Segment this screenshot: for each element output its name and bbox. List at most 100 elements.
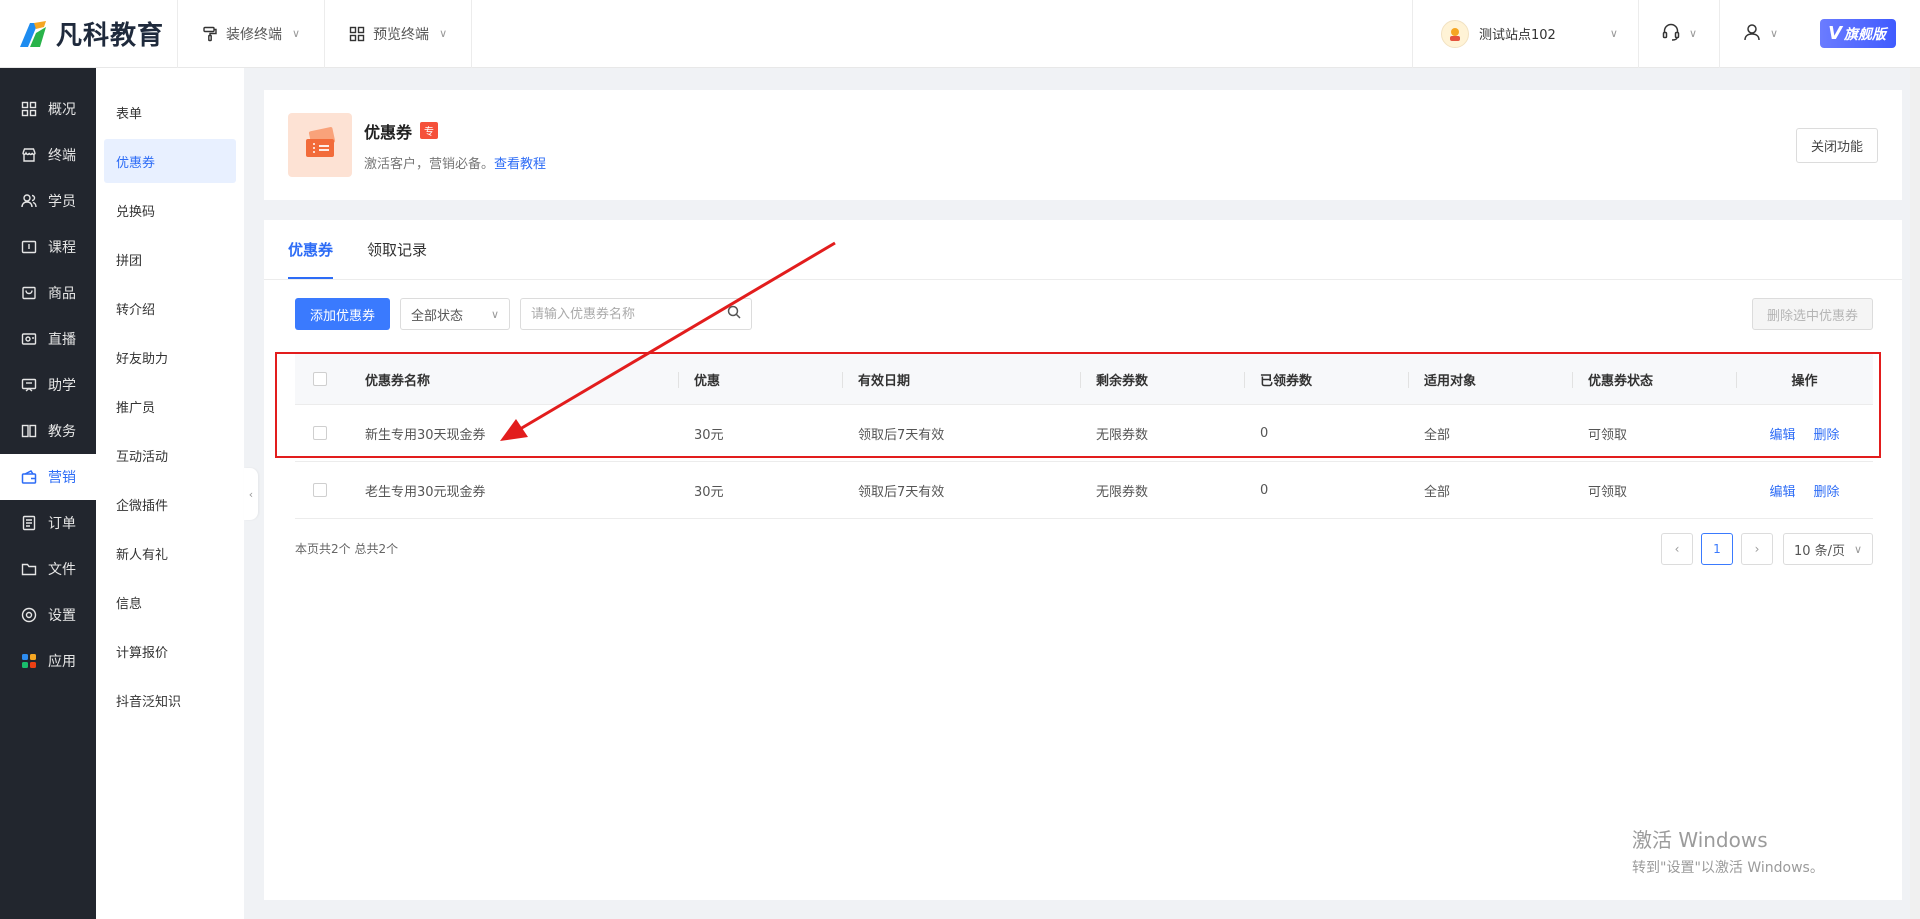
main-sidebar: 概况 终端 学员 课程 商品 直播 助学 教务 营销 订单 文件 设置 应用	[0, 68, 96, 919]
sidebar-item-marketing[interactable]: 营销	[0, 454, 96, 500]
sidebar-item-label: 终端	[48, 148, 76, 164]
close-feature-button[interactable]: 关闭功能	[1795, 127, 1878, 163]
collapse-submenu-button[interactable]: ‹	[244, 468, 258, 520]
tab-claim-records[interactable]: 领取记录	[367, 219, 427, 279]
edit-coupon-link[interactable]: 编辑	[1769, 424, 1795, 443]
submenu-item-referral[interactable]: 转介绍	[104, 286, 236, 330]
submenu-item-newcomer-gift[interactable]: 新人有礼	[104, 531, 236, 575]
feature-header: 优惠券 专 激活客户，营销必备。查看教程 关闭功能	[264, 90, 1902, 200]
tab-coupons[interactable]: 优惠券	[288, 219, 334, 279]
submenu-item-wecom-plugin[interactable]: 企微插件	[104, 482, 236, 526]
sidebar-item-label: 课程	[48, 240, 76, 256]
coupon-validity: 领取后7天有效	[858, 484, 945, 500]
submenu-item-form[interactable]: 表单	[104, 90, 236, 134]
chevron-down-icon: ∨	[1770, 27, 1779, 40]
submenu-item-friend-help[interactable]: 好友助力	[104, 335, 236, 379]
sidebar-item-goods[interactable]: 商品	[0, 270, 96, 316]
sidebar-item-files[interactable]: 文件	[0, 546, 96, 592]
marketing-submenu: 表单 优惠券 兑换码 拼团 转介绍 好友助力 推广员 互动活动 企微插件 新人有…	[96, 68, 244, 919]
page-title: 优惠券	[364, 122, 413, 142]
chevron-down-icon: ∨	[439, 27, 448, 40]
delete-coupon-link[interactable]: 删除	[1814, 424, 1840, 443]
coupon-target: 全部	[1424, 484, 1451, 500]
sidebar-item-courses[interactable]: 课程	[0, 224, 96, 270]
add-coupon-button[interactable]: 添加优惠券	[295, 298, 391, 330]
vip-badge[interactable]: V 旗舰版	[1820, 19, 1896, 48]
next-page-button[interactable]: ›	[1741, 533, 1773, 565]
sidebar-item-apps[interactable]: 应用	[0, 638, 96, 684]
submenu-item-douyin[interactable]: 抖音泛知识	[104, 678, 236, 722]
submenu-item-coupon[interactable]: 优惠券	[104, 139, 236, 183]
sidebar-item-label: 助学	[48, 378, 76, 394]
top-menu-preview[interactable]: 预览终端 ∨	[325, 0, 473, 68]
submenu-item-interactive[interactable]: 互动活动	[104, 433, 236, 477]
apps-icon	[20, 652, 38, 670]
brand-logo[interactable]: 凡科教育	[0, 0, 178, 68]
sidebar-item-label: 学员	[48, 194, 76, 210]
sidebar-item-settings[interactable]: 设置	[0, 592, 96, 638]
sidebar-item-orders[interactable]: 订单	[0, 500, 96, 546]
feature-title: 优惠券 专	[364, 119, 546, 143]
sidebar-item-academic[interactable]: 教务	[0, 408, 96, 454]
settings-icon	[20, 606, 38, 624]
sidebar-item-study-aid[interactable]: 助学	[0, 362, 96, 408]
submenu-item-quote[interactable]: 计算报价	[104, 629, 236, 673]
status-filter-select[interactable]: 全部状态 ∨	[400, 298, 511, 330]
page-number-button[interactable]: 1	[1701, 533, 1733, 565]
prev-page-button[interactable]: ‹	[1661, 533, 1693, 565]
grid-icon	[349, 26, 365, 42]
chevron-down-icon: ∨	[292, 27, 301, 40]
column-header-validity: 有效日期	[842, 354, 1080, 404]
sidebar-item-label: 营销	[48, 470, 76, 486]
top-menu-label: 装修终端	[226, 26, 282, 43]
edit-coupon-link[interactable]: 编辑	[1769, 481, 1795, 500]
select-all-checkbox[interactable]	[313, 372, 327, 386]
coupon-taken: 0	[1260, 482, 1269, 498]
sidebar-item-label: 订单	[48, 516, 76, 532]
submenu-item-info[interactable]: 信息	[104, 580, 236, 624]
column-header-name: 优惠券名称	[365, 373, 431, 389]
page-size-select[interactable]: 10 条/页 ∨	[1783, 533, 1873, 565]
page-scrollbar[interactable]	[1910, 68, 1920, 919]
account-button[interactable]: ∨	[1719, 0, 1800, 68]
vip-label: 旗舰版	[1844, 26, 1886, 43]
coupon-name: 新生专用30天现金券	[365, 427, 486, 443]
headset-icon	[1661, 22, 1681, 46]
sidebar-item-overview[interactable]: 概况	[0, 86, 96, 132]
tutorial-link[interactable]: 查看教程	[494, 157, 546, 172]
toolbar: 添加优惠券 全部状态 ∨ 删除选中优惠券	[295, 298, 1873, 330]
submenu-item-group-buy[interactable]: 拼团	[104, 237, 236, 281]
sidebar-item-students[interactable]: 学员	[0, 178, 96, 224]
coupon-remaining: 无限券数	[1096, 427, 1149, 443]
delete-coupon-link[interactable]: 删除	[1814, 481, 1840, 500]
table-header-row: 优惠券名称 优惠 有效日期 剩余券数 已领券数 适用对象 优惠券状态 操作	[295, 354, 1873, 405]
folder-icon	[20, 560, 38, 578]
sidebar-item-live[interactable]: 直播	[0, 316, 96, 362]
search-input[interactable]	[531, 306, 728, 322]
feature-desc-text: 激活客户，营销必备。	[364, 156, 495, 172]
coupon-taken: 0	[1260, 425, 1269, 441]
row-checkbox[interactable]	[313, 426, 327, 440]
coupon-panel: 优惠券 领取记录 添加优惠券 全部状态 ∨ 删除选中优惠券 优惠券名称 优惠 有…	[264, 220, 1902, 900]
row-checkbox[interactable]	[313, 483, 327, 497]
sidebar-item-label: 概况	[48, 102, 76, 118]
sidebar-item-terminal[interactable]: 终端	[0, 132, 96, 178]
support-button[interactable]: ∨	[1637, 0, 1719, 68]
pagination-summary: 本页共2个 总共2个	[295, 542, 399, 556]
submenu-item-promoter[interactable]: 推广员	[104, 384, 236, 428]
bag-icon	[20, 284, 38, 302]
delete-selected-button[interactable]: 删除选中优惠券	[1751, 298, 1873, 330]
sidebar-item-label: 教务	[48, 424, 76, 440]
column-header-remaining: 剩余券数	[1080, 354, 1244, 404]
brand-name: 凡科教育	[56, 21, 165, 51]
feature-description: 激活客户，营销必备。查看教程	[364, 153, 546, 172]
search-icon[interactable]	[727, 305, 741, 323]
submenu-item-redeem-code[interactable]: 兑换码	[104, 188, 236, 232]
row-actions: 编辑 删除	[1736, 462, 1873, 518]
top-bar: 凡科教育 装修终端 ∨ 预览终端 ∨ 测试站点102 ∨ ∨ ∨ V 旗舰版	[0, 0, 1920, 68]
top-menu-decorate[interactable]: 装修终端 ∨	[178, 0, 326, 68]
page-size-value: 10 条/页	[1794, 543, 1846, 559]
coupon-remaining: 无限券数	[1096, 484, 1149, 500]
site-selector[interactable]: 测试站点102 ∨	[1411, 0, 1638, 68]
table-row: 老生专用30元现金券 30元 领取后7天有效 无限券数 0 全部 可领取 编辑 …	[295, 462, 1873, 519]
